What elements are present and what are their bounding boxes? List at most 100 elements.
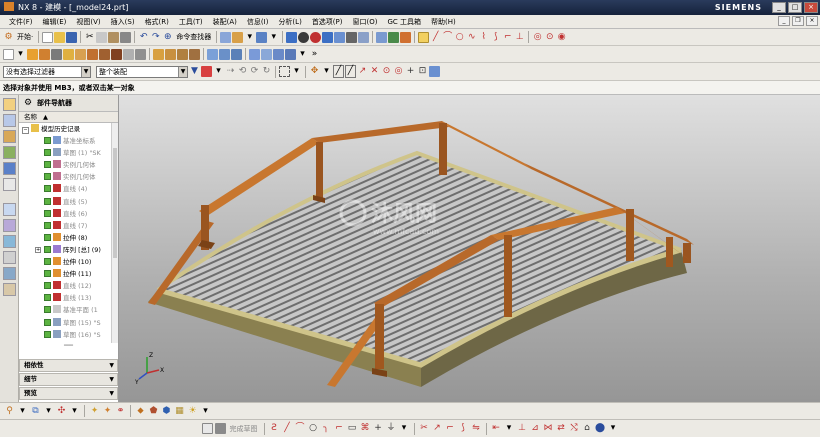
navigator-scrollbar[interactable] [111,123,118,343]
offset-icon[interactable]: ⟆ [458,423,469,434]
midpoint-snap-icon[interactable]: ╱ [345,65,356,78]
sketch-spline-icon[interactable]: ⏚ [386,423,397,434]
dropdown-icon[interactable]: ▾ [268,32,279,43]
visibility-checkbox[interactable] [44,149,51,157]
delete-icon[interactable] [120,31,132,43]
convert-reference-icon[interactable]: ⇄ [556,423,567,434]
point-icon[interactable] [376,31,388,43]
tree-item[interactable]: 草图 (16) "S [19,329,118,341]
tree-item[interactable]: 拉伸 (10) [19,256,118,268]
visibility-checkbox[interactable] [44,294,51,302]
manufacturing-wizard-icon[interactable] [3,251,16,264]
unite-icon[interactable] [87,48,98,60]
show-constraints-icon[interactable]: ⋈ [543,423,554,434]
sweep-icon[interactable] [261,48,272,60]
measure-icon[interactable] [388,31,400,43]
mirror-icon[interactable] [165,48,176,60]
center-snap-icon[interactable]: ⊙ [381,66,392,77]
feature-icon[interactable]: ◎ [532,32,543,43]
expand-icon[interactable]: + [35,246,41,253]
datum-axis-icon[interactable] [219,48,230,60]
dropdown-icon[interactable]: ▾ [17,406,28,417]
dropdown-icon[interactable]: ▾ [213,66,224,77]
tree-item[interactable]: 直线 (12) [19,280,118,292]
selection-priority-icon[interactable]: ⚲ [4,406,15,417]
visibility-checkbox[interactable] [44,161,51,169]
sketch-circle-icon[interactable]: ○ [308,423,319,434]
menu-preferences[interactable]: 首选项(P) [307,17,348,27]
constraint-icon[interactable]: ⊥ [517,423,528,434]
dropdown-icon[interactable]: ▾ [399,423,410,434]
selection-scope-select[interactable]: 整个装配 ▼ [96,65,188,78]
visibility-checkbox[interactable] [44,221,51,229]
dropdown-icon[interactable]: ▾ [43,406,54,417]
hd3d-tools-icon[interactable] [3,162,16,175]
show-hide-icon[interactable]: ✦ [89,406,100,417]
tree-item[interactable]: 直线 (7) [19,220,118,232]
section-icon[interactable] [358,31,370,43]
sketch-fillet-icon[interactable]: ╮ [321,423,332,434]
tag-icon[interactable]: ⬥ [135,406,146,417]
sew-icon[interactable] [285,48,296,60]
spline-tool-icon[interactable]: ⌇ [478,32,489,43]
details-panel[interactable]: 细节 ▼ [19,373,118,386]
point-on-curve-icon[interactable]: + [405,66,416,77]
block-tool-icon[interactable] [63,48,74,60]
bridge-model[interactable]: 沐风网 www.mfcad.com Z X Y [119,95,820,402]
redo-icon[interactable]: ↷ [150,32,161,43]
visibility-checkbox[interactable] [44,282,51,290]
tree-item[interactable]: + 阵列 [总] (9) [19,244,118,256]
offset-curve-icon[interactable]: ⟆ [490,32,501,43]
arc-tool-icon[interactable]: ⌒ [442,32,453,43]
visibility-checkbox[interactable] [44,318,51,326]
save-icon[interactable] [66,31,78,43]
chamfer-icon[interactable] [135,48,146,60]
shell-icon[interactable] [189,48,200,60]
visibility-checkbox[interactable] [44,233,51,241]
dropdown-icon[interactable]: ▾ [297,49,308,60]
tree-item[interactable]: 直线 (6) [19,208,118,220]
sketch-chamfer-icon[interactable]: ⌐ [334,423,345,434]
copy-object-icon[interactable]: ⧉ [30,406,41,417]
tree-item[interactable]: 直线 (4) [19,183,118,195]
menu-window[interactable]: 窗口(O) [348,17,383,27]
sketch-line-icon[interactable]: ╱ [282,423,293,434]
blend-icon[interactable] [123,48,134,60]
doc-close-button[interactable]: × [806,16,818,26]
thicken-icon[interactable] [273,48,284,60]
select-face-icon[interactable]: ⟲ [237,66,248,77]
menu-analysis[interactable]: 分析(L) [273,17,306,27]
visibility-checkbox[interactable] [44,173,51,181]
paint-icon[interactable]: ⬟ [148,406,159,417]
constraint-navigator-icon[interactable] [3,114,16,127]
part-navigator-icon[interactable] [3,130,16,143]
hole-tool-icon[interactable] [51,48,62,60]
paste-icon[interactable] [108,31,120,43]
control-point-snap-icon[interactable]: ↗ [357,66,368,77]
menu-file[interactable]: 文件(F) [4,17,38,27]
visibility-checkbox[interactable] [44,330,51,338]
rotate-icon[interactable] [298,31,310,43]
view-orient-icon[interactable] [346,31,358,43]
profile-icon[interactable]: Ƨ [269,423,280,434]
sketch-tool-icon[interactable] [201,423,213,434]
preview-panel[interactable]: 预览 ▼ [19,387,118,400]
surface-icon[interactable] [249,48,260,60]
line-tool-icon[interactable]: ╱ [430,32,441,43]
datum-csys-tool-icon[interactable] [231,48,242,60]
intersection-snap-icon[interactable]: ✕ [369,66,380,77]
pattern-tool-icon[interactable] [153,48,164,60]
snap-point-icon[interactable]: ✥ [309,66,320,77]
texture-icon[interactable]: ▦ [174,406,185,417]
hole-icon[interactable]: ⊙ [544,32,555,43]
doc-restore-button[interactable]: ❐ [792,16,804,26]
curve-tool-icon[interactable]: ∿ [466,32,477,43]
sketch-view-icon[interactable]: ⌂ [582,423,593,434]
sketch-polygon-icon[interactable]: ⌘ [360,423,371,434]
menu-insert[interactable]: 插入(S) [106,17,140,27]
visibility-checkbox[interactable] [44,258,51,266]
trim-body-icon[interactable] [177,48,188,60]
dropdown-icon[interactable]: ▾ [69,406,80,417]
quick-trim-icon[interactable]: ✂ [419,423,430,434]
bounded-grid-icon[interactable] [429,66,440,77]
